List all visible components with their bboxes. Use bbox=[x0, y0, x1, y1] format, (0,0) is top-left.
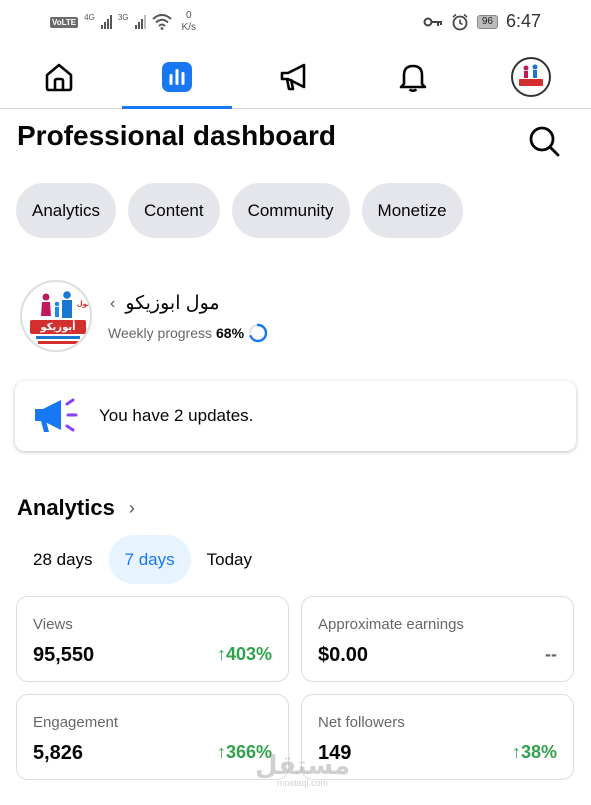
analytics-header[interactable]: Analytics › bbox=[17, 495, 135, 521]
alarm-icon bbox=[452, 13, 468, 30]
metric-label: Net followers bbox=[318, 714, 405, 731]
watermark-text: مستقل bbox=[255, 750, 351, 780]
chip-monetize[interactable]: Monetize bbox=[361, 183, 463, 238]
search-button[interactable] bbox=[522, 121, 566, 161]
status-bar: VoLTE 4G 3G 0 K/s 96 6:47 bbox=[0, 0, 591, 46]
metric-change: -- bbox=[545, 644, 557, 664]
progress-ring-icon bbox=[248, 323, 268, 343]
section-chips: Analytics Content Community Monetize bbox=[16, 183, 463, 238]
nav-tab-dashboard[interactable] bbox=[122, 46, 232, 109]
watermark: مستقل mostaql.com bbox=[255, 752, 350, 788]
chip-community[interactable]: Community bbox=[231, 183, 350, 238]
weekly-progress: Weekly progress 68% bbox=[108, 323, 268, 343]
network-type-2: 3G bbox=[117, 12, 129, 22]
page-logo-subtext: مول bbox=[77, 300, 92, 308]
metric-value: 95,550 bbox=[33, 644, 95, 666]
chevron-right-icon: › bbox=[128, 497, 135, 518]
profile-logo-small bbox=[514, 60, 548, 94]
page-title: Professional dashboard bbox=[17, 120, 336, 151]
metric-change: ↑403% bbox=[216, 644, 272, 664]
megaphone-blue-icon bbox=[35, 398, 78, 432]
nav-tab-profile[interactable] bbox=[476, 46, 586, 108]
metric-value: $0.00 bbox=[318, 644, 369, 666]
home-icon bbox=[45, 63, 73, 92]
bell-icon bbox=[399, 64, 427, 93]
page-name: مول ابوزيكو bbox=[125, 293, 220, 314]
metric-card-earnings[interactable]: Approximate earnings $0.00 -- bbox=[301, 596, 574, 682]
network-speed: 0 K/s bbox=[182, 10, 196, 34]
speed-unit: K/s bbox=[181, 22, 196, 33]
metric-value: 5,826 bbox=[33, 742, 84, 764]
profile-avatar-small bbox=[511, 57, 551, 97]
updates-text: You have 2 updates. bbox=[99, 406, 254, 425]
speed-value: 0 bbox=[185, 10, 192, 21]
progress-label: Weekly progress bbox=[108, 325, 213, 341]
key-icon bbox=[423, 17, 442, 26]
clock: 6:47 bbox=[505, 11, 541, 31]
page-logo: أبوزيكو مول bbox=[23, 283, 92, 350]
chevron-left-icon: ‹ bbox=[110, 294, 116, 312]
nav-tab-notifications[interactable] bbox=[358, 46, 468, 108]
metric-card-views[interactable]: Views 95,550 ↑403% bbox=[16, 596, 289, 682]
range-tab-today[interactable]: Today bbox=[191, 535, 268, 584]
battery-indicator: 96 bbox=[476, 14, 498, 29]
status-right: 96 6:47 bbox=[423, 11, 541, 32]
range-tab-7-days[interactable]: 7 days bbox=[108, 535, 191, 584]
volte-badge: VoLTE bbox=[50, 16, 79, 28]
metric-label: Views bbox=[33, 616, 73, 633]
page-name-row: ‹ مول ابوزيكو bbox=[110, 292, 220, 315]
wifi-icon bbox=[151, 14, 172, 30]
nav-tab-ads[interactable] bbox=[240, 46, 350, 108]
chip-analytics[interactable]: Analytics bbox=[16, 183, 117, 238]
search-icon bbox=[529, 126, 560, 157]
updates-card[interactable]: You have 2 updates. bbox=[15, 381, 576, 451]
metric-label: Engagement bbox=[33, 714, 119, 731]
nav-tab-home[interactable] bbox=[4, 46, 114, 108]
page-profile[interactable]: أبوزيكو مول ‹ مول ابوزيكو Weekly progres… bbox=[20, 280, 580, 352]
megaphone-icon bbox=[280, 63, 306, 91]
signal-icon-2 bbox=[134, 15, 146, 29]
top-navigation bbox=[0, 46, 591, 109]
metric-change: ↑38% bbox=[511, 742, 557, 762]
page-avatar: أبوزيكو مول bbox=[20, 280, 92, 352]
analytics-title: Analytics bbox=[17, 495, 115, 520]
metric-label: Approximate earnings bbox=[318, 616, 464, 633]
chip-content[interactable]: Content bbox=[128, 183, 220, 238]
range-tab-28-days[interactable]: 28 days bbox=[17, 535, 109, 584]
progress-value: 68% bbox=[216, 325, 245, 341]
metric-card-engagement[interactable]: Engagement 5,826 ↑366% bbox=[16, 694, 289, 780]
range-tabs: 28 days 7 days Today bbox=[17, 535, 268, 584]
network-type-1: 4G bbox=[84, 12, 95, 22]
signal-icon bbox=[100, 15, 112, 29]
status-left: VoLTE 4G 3G 0 K/s bbox=[50, 10, 196, 34]
dashboard-icon bbox=[162, 62, 192, 92]
page-logo-text: أبوزيكو bbox=[39, 320, 75, 333]
